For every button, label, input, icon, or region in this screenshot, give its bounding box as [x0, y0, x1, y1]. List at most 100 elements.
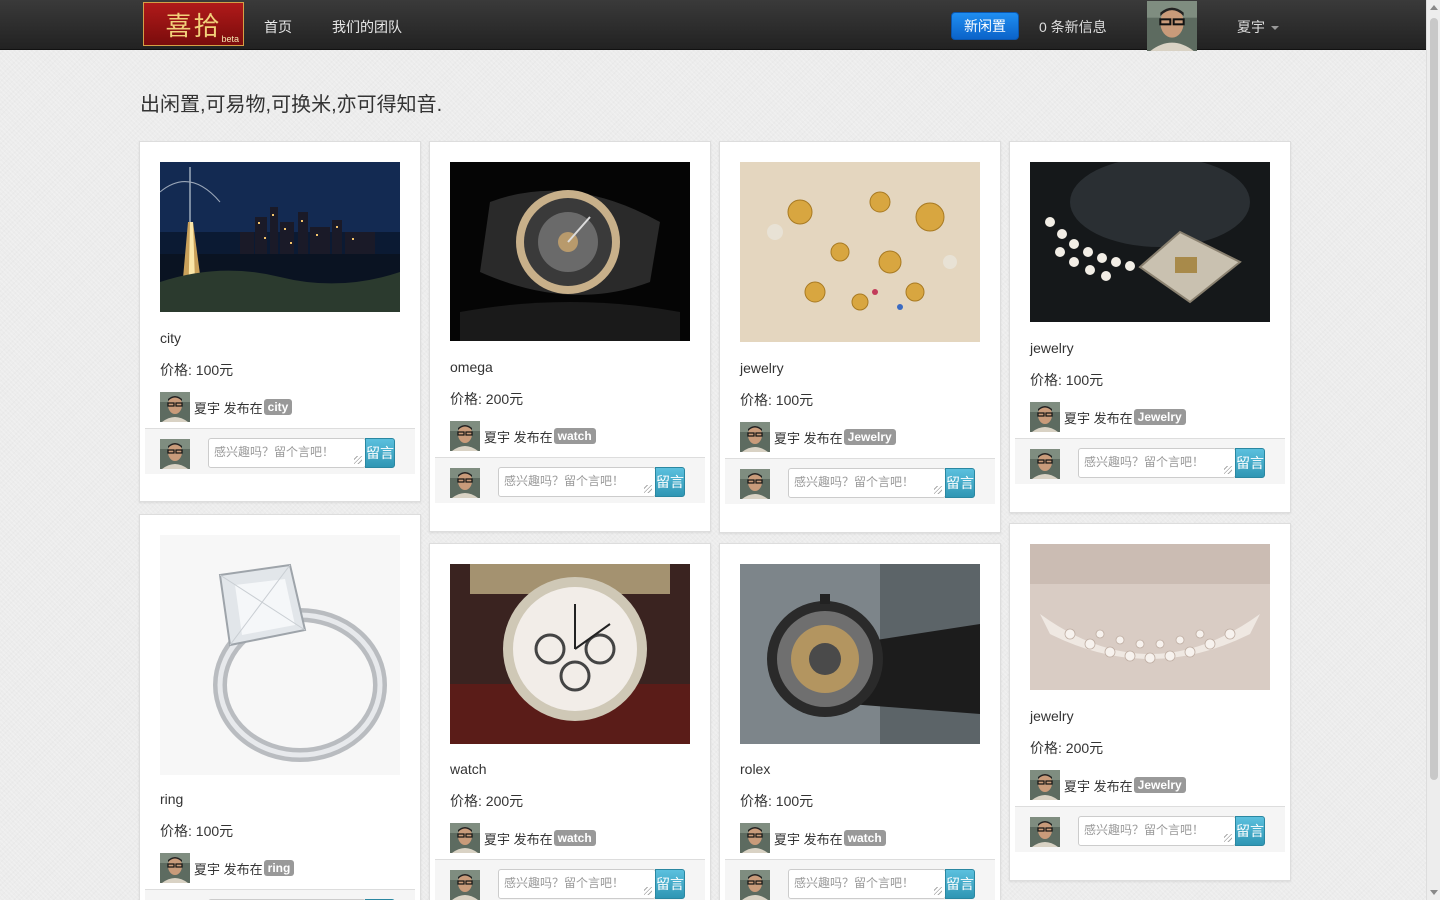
comment-submit-button[interactable]: 留言: [945, 468, 975, 498]
item-card: jewelry 价格: 100元 夏宇 发布在 Jewelry 感兴趣吗？留个言…: [1009, 141, 1291, 513]
item-meta: 夏宇 发布在 Jewelry: [740, 422, 896, 452]
item-meta: 夏宇 发布在 Jewelry: [1030, 770, 1186, 800]
resize-grip-icon[interactable]: [934, 887, 942, 895]
caret-down-icon: [1271, 26, 1279, 30]
item-image-jewelry[interactable]: [740, 162, 980, 342]
comment-box: 感兴趣吗？留个言吧！ 留言: [1015, 806, 1285, 852]
item-title[interactable]: city: [160, 330, 181, 346]
resize-grip-icon[interactable]: [1224, 466, 1232, 474]
item-title[interactable]: rolex: [740, 761, 770, 777]
comment-input[interactable]: 感兴趣吗？留个言吧！: [208, 438, 366, 468]
scroll-down-icon[interactable]: [1430, 890, 1438, 895]
item-image-ring[interactable]: [160, 535, 400, 775]
vertical-scrollbar[interactable]: [1426, 0, 1440, 900]
comment-submit-button[interactable]: 留言: [365, 438, 395, 468]
nav-link-team[interactable]: 我们的团队: [332, 17, 402, 37]
messages-link[interactable]: 0 条新信息: [1039, 17, 1107, 37]
comment-input[interactable]: 感兴趣吗？留个言吧！: [498, 869, 656, 899]
comment-submit-button[interactable]: 留言: [1235, 448, 1265, 478]
poster-avatar[interactable]: [740, 823, 770, 853]
comment-submit-button[interactable]: 留言: [1235, 816, 1265, 846]
user-menu-dropdown[interactable]: 夏宇: [1237, 17, 1279, 37]
logo-beta: beta: [221, 34, 239, 44]
poster-name[interactable]: 夏宇: [774, 428, 800, 447]
item-price: 价格: 100元: [160, 362, 234, 378]
item-title[interactable]: jewelry: [1030, 340, 1074, 356]
resize-grip-icon[interactable]: [644, 887, 652, 895]
category-badge[interactable]: Jewelry: [1133, 409, 1186, 425]
comment-placeholder: 感兴趣吗？留个言吧！: [794, 876, 915, 890]
poster-avatar[interactable]: [450, 421, 480, 451]
item-card: ring 价格: 100元 夏宇 发布在 ring 感兴趣吗？留个言吧！ 留言: [139, 514, 421, 900]
poster-name[interactable]: 夏宇: [484, 829, 510, 848]
item-title[interactable]: watch: [450, 761, 487, 777]
resize-grip-icon[interactable]: [1224, 834, 1232, 842]
poster-avatar[interactable]: [1030, 402, 1060, 432]
resize-grip-icon[interactable]: [934, 486, 942, 494]
category-badge[interactable]: Jewelry: [843, 429, 896, 445]
item-card: jewelry 价格: 200元 夏宇 发布在 Jewelry 感兴趣吗？留个言…: [1009, 523, 1291, 881]
poster-name[interactable]: 夏宇: [774, 829, 800, 848]
item-title[interactable]: ring: [160, 791, 183, 807]
comment-box: 感兴趣吗？留个言吧！ 留言: [145, 889, 415, 900]
user-avatar[interactable]: [1147, 1, 1197, 51]
top-navbar: 喜拾 beta 首页 我们的团队 新闲置 0 条新信息 夏宇: [0, 0, 1426, 50]
comment-input[interactable]: 感兴趣吗？留个言吧！: [788, 869, 946, 899]
item-title[interactable]: omega: [450, 359, 493, 375]
comment-submit-button[interactable]: 留言: [655, 869, 685, 899]
category-badge[interactable]: Jewelry: [1133, 777, 1186, 793]
poster-name[interactable]: 夏宇: [1064, 776, 1090, 795]
category-badge[interactable]: watch: [553, 428, 596, 444]
commenter-avatar: [160, 439, 190, 469]
comment-input[interactable]: 感兴趣吗？留个言吧！: [788, 468, 946, 498]
item-image-watch[interactable]: [450, 564, 690, 744]
poster-name[interactable]: 夏宇: [194, 398, 220, 417]
category-badge[interactable]: ring: [263, 860, 295, 876]
nav-link-home[interactable]: 首页: [264, 17, 292, 37]
resize-grip-icon[interactable]: [644, 485, 652, 493]
item-image-omega[interactable]: [450, 162, 690, 341]
poster-name[interactable]: 夏宇: [484, 427, 510, 446]
comment-placeholder: 感兴趣吗？留个言吧！: [214, 445, 335, 459]
comment-box: 感兴趣吗？留个言吧！ 留言: [145, 428, 415, 474]
poster-avatar[interactable]: [740, 422, 770, 452]
resize-grip-icon[interactable]: [354, 456, 362, 464]
comment-submit-button[interactable]: 留言: [655, 467, 685, 497]
scrollbar-thumb[interactable]: [1430, 18, 1438, 780]
comment-box: 感兴趣吗？留个言吧！ 留言: [1015, 438, 1285, 484]
comment-input[interactable]: 感兴趣吗？留个言吧！: [498, 467, 656, 497]
item-price: 价格: 200元: [450, 391, 524, 407]
poster-avatar[interactable]: [450, 823, 480, 853]
commenter-avatar: [450, 870, 480, 900]
poster-avatar[interactable]: [160, 853, 190, 883]
item-title[interactable]: jewelry: [1030, 708, 1074, 724]
poster-name[interactable]: 夏宇: [1064, 408, 1090, 427]
item-image-jewelry[interactable]: [1030, 544, 1270, 690]
item-price: 价格: 200元: [450, 793, 524, 809]
new-item-button[interactable]: 新闲置: [951, 12, 1019, 40]
item-price: 价格: 200元: [1030, 740, 1104, 756]
site-logo[interactable]: 喜拾 beta: [143, 2, 244, 46]
item-card: city 价格: 100元 夏宇 发布在 city 感兴趣吗？留个言吧！ 留言: [139, 141, 421, 502]
comment-input[interactable]: 感兴趣吗？留个言吧！: [1078, 448, 1236, 478]
item-image-city[interactable]: [160, 162, 400, 312]
poster-avatar[interactable]: [1030, 770, 1060, 800]
posted-in-label: 发布在: [803, 831, 843, 847]
item-image-jewelry[interactable]: [1030, 162, 1270, 322]
scroll-up-icon[interactable]: [1430, 5, 1438, 10]
category-badge[interactable]: city: [263, 399, 293, 415]
comment-placeholder: 感兴趣吗？留个言吧！: [504, 876, 625, 890]
comment-submit-button[interactable]: 留言: [945, 869, 975, 899]
category-badge[interactable]: watch: [553, 830, 596, 846]
item-meta: 夏宇 发布在 watch: [740, 823, 886, 853]
item-title[interactable]: jewelry: [740, 360, 784, 376]
posted-in-label: 发布在: [513, 429, 553, 445]
poster-name[interactable]: 夏宇: [194, 859, 220, 878]
comment-input[interactable]: 感兴趣吗？留个言吧！: [1078, 816, 1236, 846]
item-image-rolex[interactable]: [740, 564, 980, 744]
commenter-avatar: [740, 870, 770, 900]
item-price: 价格: 100元: [160, 823, 234, 839]
category-badge[interactable]: watch: [843, 830, 886, 846]
item-price: 价格: 100元: [1030, 372, 1104, 388]
poster-avatar[interactable]: [160, 392, 190, 422]
